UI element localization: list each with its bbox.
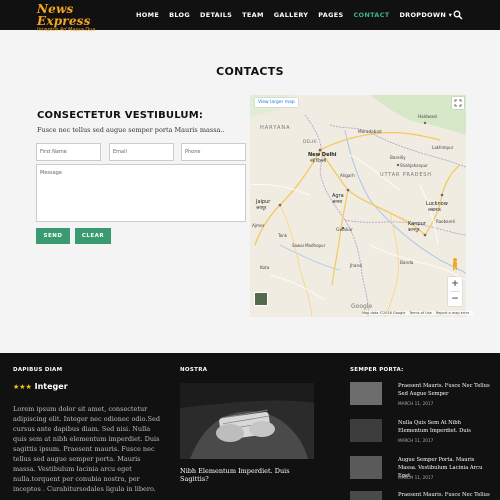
clear-button[interactable]: CLEAR — [75, 228, 111, 244]
map-label-moradabad: Moradabad — [358, 129, 382, 134]
brand-tagline: Inceptos Ad Massa Dua — [37, 27, 96, 33]
top-navbar: News Express Inceptos Ad Massa Dua HOME … — [0, 0, 500, 33]
map-label-shahjahanpur: Shahjahanpur — [400, 163, 428, 168]
map-data-text: Map data ©2016 Google — [362, 311, 406, 315]
nav-home[interactable]: HOME — [131, 0, 164, 30]
message-field[interactable]: Message — [36, 164, 246, 222]
news-item[interactable]: Augue Semper Porta. Mauris Massa. Vestib… — [350, 456, 490, 486]
nav-dropdown[interactable]: DROPDOWN ▾ — [394, 0, 457, 30]
brand-logo[interactable]: News Express Inceptos Ad Massa Dua — [37, 3, 117, 34]
nav-blog[interactable]: BLOG — [164, 0, 195, 30]
form-heading: CONSECTETUR VESTIBULUM: — [37, 110, 204, 121]
map-label-gwalior: Gwalior — [336, 228, 354, 233]
nostra-image[interactable] — [180, 383, 314, 459]
map-label-bareilly: Bareilly — [390, 155, 406, 160]
nav-pages[interactable]: PAGES — [313, 0, 348, 30]
brand-title: News Express — [37, 2, 91, 28]
main-menu: HOME BLOG DETAILS TEAM GALLERY PAGES CON… — [131, 0, 457, 30]
map-label-agra-hi: आगरा — [332, 200, 343, 205]
footer-col1-title: DAPIBUS DIAM — [13, 367, 63, 373]
map-label-delhi: DELHI — [303, 140, 317, 145]
first-name-field[interactable]: First Name — [36, 143, 101, 161]
map-label-aligarh: Aligarh — [340, 173, 355, 178]
star-rating-icon: ★★★ — [13, 383, 32, 391]
news-date: MARCH 11, 2017 — [398, 401, 434, 406]
search-icon[interactable] — [453, 10, 463, 20]
footer-col3-title: SEMPER PORTA: — [350, 367, 404, 373]
nostra-caption[interactable]: Nibh Elementum Imperdiet. Duis Sagittis? — [180, 467, 320, 483]
map-label-raebareli: Raebareli — [436, 219, 455, 224]
rating-heading: Integer — [34, 382, 68, 391]
news-item[interactable]: Praesent Mauris. Fusce Nec Tellus — [350, 491, 490, 500]
map-label-sawai-madhopur: Sawai Madhopur — [292, 243, 326, 248]
map-label-new-delhi-hi: नई दिल्ली — [310, 159, 326, 164]
nostra-photo — [180, 383, 314, 459]
map-label-jaipur-hi: जयपुर — [256, 206, 267, 211]
news-item[interactable]: Nulla Quis Sem At Nibh Elementum Imperdi… — [350, 419, 490, 449]
map-label-banda: Banda — [400, 260, 414, 265]
form-description: Fusce nec tellus sed augue semper porta … — [37, 126, 225, 134]
fullscreen-icon[interactable] — [452, 97, 464, 109]
rating-row: ★★★ Integer — [13, 382, 68, 391]
map-label-ajmer: Ajmer — [252, 223, 265, 228]
nav-team[interactable]: TEAM — [237, 0, 269, 30]
map-label-kanpur-hi: कानपुर — [408, 228, 420, 233]
news-thumbnail — [350, 419, 382, 442]
news-title[interactable]: Nulla Quis Sem At Nibh Elementum Imperdi… — [398, 419, 490, 435]
nav-contact[interactable]: CONTACT — [348, 0, 394, 30]
map-label-tonk: Tonk — [278, 233, 288, 238]
nav-gallery[interactable]: GALLERY — [269, 0, 314, 30]
map-label-haldwani: Haldwani — [418, 114, 438, 119]
zoom-control: + − — [448, 277, 462, 306]
terms-link[interactable]: Terms of Use — [409, 311, 431, 315]
street-view-pegman-icon[interactable] — [450, 257, 460, 271]
zoom-in-button[interactable]: + — [448, 277, 462, 291]
report-error-link[interactable]: Report a map error — [436, 311, 469, 315]
map-label-lucknow-hi: लखनऊ — [428, 208, 441, 213]
page-title: CONTACTS — [216, 65, 284, 78]
map-label-uttar-pradesh: UTTAR PRADESH — [380, 172, 432, 178]
map-label-jhansi: Jhansi — [350, 263, 363, 268]
map-label-lakhimpur: Lakhimpur — [432, 145, 454, 150]
map-attribution: Map data ©2016 Google Terms of Use Report … — [362, 311, 474, 315]
news-date: MARCH 11, 2017 — [398, 438, 434, 443]
footer-col2-title: NOSTRA — [180, 367, 208, 373]
map-label-haryana: HARYANA — [260, 125, 291, 131]
news-thumbnail — [350, 382, 382, 405]
news-title[interactable]: Praesent Mauris. Fusce Nec Tellus — [398, 491, 490, 499]
news-thumbnail — [350, 491, 382, 500]
zoom-out-button[interactable]: − — [448, 292, 462, 306]
satellite-toggle[interactable] — [254, 292, 268, 306]
send-button[interactable]: SEND — [36, 228, 70, 244]
news-item[interactable]: Praesent Mauris. Fusce Nec Tellus Sed Au… — [350, 382, 490, 412]
nav-details[interactable]: DETAILS — [195, 0, 237, 30]
google-map[interactable]: HARYANA DELHI New Delhi नई दिल्ली UTTAR … — [250, 95, 466, 317]
footer-col1-text: Lorem ipsum dolor sit amet, consectetur … — [13, 405, 160, 493]
google-logo: Google — [351, 303, 373, 310]
news-title[interactable]: Praesent Mauris. Fusce Nec Tellus Sed Au… — [398, 382, 490, 398]
news-thumbnail — [350, 456, 382, 479]
view-larger-map-link[interactable]: View larger map — [255, 98, 298, 107]
phone-field[interactable]: Phone — [181, 143, 246, 161]
news-date: MARCH 11, 2017 — [398, 475, 434, 480]
map-label-kota: Kota — [260, 265, 270, 270]
email-field[interactable]: Email — [109, 143, 174, 161]
